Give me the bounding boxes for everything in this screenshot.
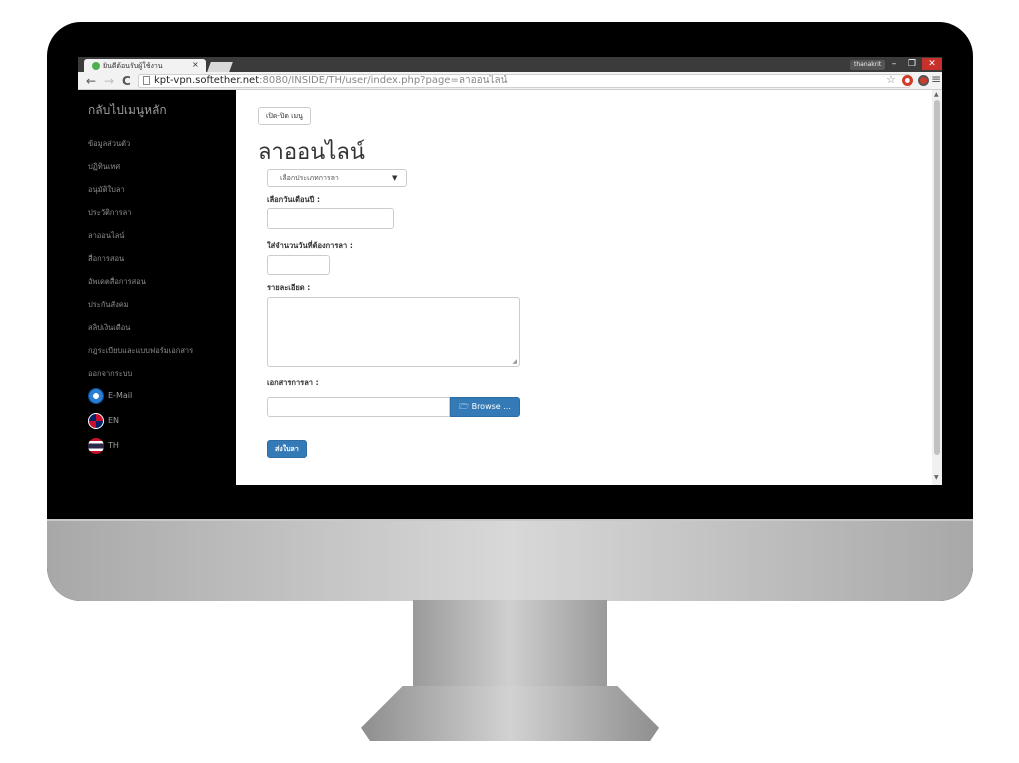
browse-button[interactable]: 🗁 Browse ... [450,397,520,417]
days-label: ใส่จำนวนวันที่ต้องการลา : [267,241,353,250]
sidebar-item-approve-leave[interactable]: อนุมัติใบลา [88,184,125,196]
tab-close-button[interactable]: × [192,60,199,69]
address-bar[interactable]: kpt-vpn.softether.net:8080/INSIDE/TH/use… [138,74,910,88]
submit-leave-button[interactable]: ส่งใบลา [267,440,307,458]
sidebar-item-payslip[interactable]: สลิปเงินเดือน [88,322,130,334]
caret-down-icon: ▼ [392,174,398,182]
monitor-chin [47,519,973,601]
sidebar-item-leave-history[interactable]: ประวัติการลา [88,207,132,219]
leave-type-select[interactable]: เลือกประเภทการลา ▼ [267,169,407,187]
back-button[interactable]: ← [86,73,96,89]
monitor-stand-neck [413,600,607,690]
new-tab-button[interactable] [207,62,233,72]
url-host: kpt-vpn.softether.net [154,75,260,86]
browser-menu-button[interactable]: ≡ [931,72,941,86]
url-path: :8080/INSIDE/TH/user/index.php?page=ลาออ… [259,75,508,86]
date-input[interactable] [267,208,394,229]
scroll-down-icon[interactable]: ▼ [934,474,939,481]
close-window-button[interactable]: ✕ [922,58,942,70]
date-label: เลือกวันเดือนปี : [267,195,320,204]
site-favicon-icon [92,62,100,70]
monitor-stand-base [361,686,659,741]
reload-button[interactable]: C [122,73,131,89]
bookmark-star-icon[interactable]: ☆ [886,73,896,86]
sidebar-item-social-security[interactable]: ประกันสังคม [88,299,129,311]
language-en-label: EN [108,416,120,425]
page-title: ลาออนไลน์ [258,140,365,165]
forward-button[interactable]: → [104,73,114,89]
sidebar-item-profile[interactable]: ข้อมูลส่วนตัว [88,138,130,150]
scrollbar-thumb[interactable] [934,100,940,455]
sidebar-item-update-media[interactable]: อัพเดตสื่อการสอน [88,276,146,288]
sidebar-item-teaching-media[interactable]: สื่อการสอน [88,253,124,265]
email-label: E-Mail [108,391,133,400]
sidebar: กลับไปเมนูหลัก ข้อมูลส่วนตัว ปฏิทินเทศ อ… [78,90,236,485]
detail-label: รายละเอียด : [267,283,311,292]
sidebar-item-calendar[interactable]: ปฏิทินเทศ [88,161,120,173]
sidebar-item-leave-online[interactable]: ลาออนไลน์ [88,230,124,242]
maximize-button[interactable]: ❐ [904,58,920,70]
profile-badge[interactable]: thanakrit [850,60,886,70]
page-icon [143,76,150,85]
tab-bar: ยินดีต้อนรับผู้ใช้งาน × thanakrit – ❐ ✕ [78,57,942,72]
email-icon [88,388,104,404]
days-input[interactable] [267,255,330,275]
main-content: เปิด-ปิด เมนู ลาออนไลน์ เลือกประเภทการลา… [236,90,932,485]
sidebar-home-link[interactable]: กลับไปเมนูหลัก [88,101,167,120]
folder-open-icon: 🗁 [459,402,470,411]
language-th-label: TH [108,441,119,450]
browser-toolbar: ← → C kpt-vpn.softether.net:8080/INSIDE/… [78,72,942,90]
leave-type-selected-value: เลือกประเภทการลา [280,174,339,182]
minimize-button[interactable]: – [886,58,902,70]
monitor-frame: ยินดีต้อนรับผู้ใช้งาน × thanakrit – ❐ ✕ … [47,22,973,601]
detail-textarea[interactable]: ◢ [267,297,520,367]
document-label: เอกสารการลา : [267,378,319,387]
extension-icon[interactable] [918,75,929,86]
sidebar-item-logout[interactable]: ออกจากระบบ [88,368,132,380]
toggle-menu-button[interactable]: เปิด-ปิด เมนู [258,107,311,125]
scrollbar[interactable]: ▲ ▼ [932,90,942,485]
browser-window: ยินดีต้อนรับผู้ใช้งาน × thanakrit – ❐ ✕ … [78,57,942,485]
sidebar-item-regulations[interactable]: กฎระเบียบและแบบฟอร์มเอกสาร [88,345,193,357]
browser-tab[interactable]: ยินดีต้อนรับผู้ใช้งาน × [84,59,206,72]
document-file-input[interactable] [267,397,450,417]
browse-label: Browse ... [471,402,511,411]
tab-title: ยินดีต้อนรับผู้ใช้งาน [103,62,163,70]
resize-grip-icon[interactable]: ◢ [512,358,517,365]
scroll-up-icon[interactable]: ▲ [934,91,939,98]
extension-icon[interactable] [902,75,913,86]
thai-flag-icon [88,438,104,454]
uk-flag-icon [88,413,104,429]
